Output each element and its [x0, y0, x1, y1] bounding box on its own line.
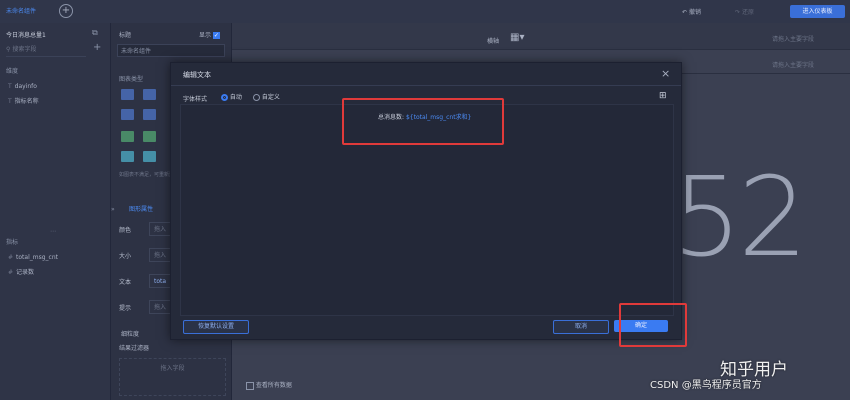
measure-item-record-count[interactable]: # 记录数: [8, 267, 34, 276]
column-chart-icon[interactable]: [143, 109, 156, 120]
number-type-icon: #: [8, 269, 14, 276]
bar-chart-icon[interactable]: [121, 109, 134, 120]
collapse-handle[interactable]: »: [111, 206, 115, 213]
title-label: 标题: [119, 32, 132, 39]
title-input[interactable]: 未命名组件: [117, 44, 225, 57]
panel-splitter[interactable]: ⋯: [50, 228, 56, 235]
add-field-icon[interactable]: +: [93, 42, 101, 53]
fields-panel: 今日消息总量1 ⧉ ⚲ 搜索字段 + 维度 Tdayinfo T 指标名称 ⋯ 指…: [0, 23, 111, 400]
attr-text-label: 文本: [119, 279, 132, 286]
filter-drop-zone[interactable]: 拖入字段: [119, 358, 226, 396]
close-icon[interactable]: ×: [661, 67, 670, 80]
scatter-chart-icon[interactable]: [121, 151, 134, 162]
table-chart-icon[interactable]: [121, 89, 134, 100]
style-section-title[interactable]: 图形属性: [129, 204, 153, 213]
radio-selected-icon[interactable]: [221, 94, 228, 101]
attr-color-label: 颜色: [119, 227, 132, 234]
font-style-label: 字体样式: [183, 96, 208, 103]
row-shelf-drop[interactable]: 请拖入主要字段: [772, 34, 814, 43]
restore-default-button[interactable]: 恢复默认设置: [183, 320, 249, 334]
checkbox-icon[interactable]: [246, 381, 254, 390]
grouped-bar-icon[interactable]: [143, 131, 156, 142]
plus-circle-icon[interactable]: +: [59, 4, 73, 18]
top-bar: 未命名组件 + ↶ 撤销 ↷ 还原 进入仪表板: [0, 0, 850, 24]
redo-button[interactable]: ↷ 还原: [735, 7, 754, 16]
big-number-value: 52: [672, 153, 808, 281]
measure-header: 指标: [6, 239, 19, 246]
measure-item-total-msg-cnt[interactable]: # total_msg_cnt: [8, 254, 58, 261]
cancel-button[interactable]: 取消: [553, 320, 609, 334]
csdn-watermark: CSDN @黑鸟程序员官方: [650, 380, 762, 391]
show-title-toggle[interactable]: 显示 ✓: [199, 30, 220, 39]
dataset-name: 今日消息总量1: [6, 32, 46, 39]
text-type-icon: T: [8, 98, 12, 105]
enter-dashboard-button[interactable]: 进入仪表板: [790, 5, 845, 18]
redo-icon: ↷: [735, 9, 742, 16]
dimension-item-dayinfo[interactable]: Tdayinfo: [8, 83, 37, 90]
radio-auto[interactable]: 自动: [221, 92, 242, 101]
checkbox-checked-icon[interactable]: ✓: [212, 32, 220, 39]
number-type-icon: #: [8, 254, 14, 261]
dimension-item-metric-name[interactable]: T 指标名称: [8, 96, 39, 105]
undo-button[interactable]: ↶ 撤销: [682, 7, 701, 16]
radio-unselected-icon[interactable]: [253, 94, 260, 101]
attr-size-label: 大小: [119, 253, 132, 260]
insert-field-icon[interactable]: ⊞: [659, 91, 667, 101]
column-shelf-drop[interactable]: 请拖入主要字段: [772, 60, 814, 69]
stacked-bar-icon[interactable]: [121, 131, 134, 142]
attr-tooltip-label: 提示: [119, 305, 132, 312]
radio-custom[interactable]: 自定义: [253, 92, 280, 101]
shelf-row-1: [232, 23, 850, 50]
granularity-label[interactable]: 细粒度: [121, 329, 139, 338]
show-all-data-checkbox[interactable]: 查看所有数据: [246, 380, 292, 390]
crosstab-chart-icon[interactable]: [143, 89, 156, 100]
undo-icon: ↶: [682, 9, 689, 16]
dialog-header: 编辑文本 ×: [171, 63, 681, 86]
dimension-header: 维度: [6, 68, 19, 75]
copy-icon[interactable]: ⧉: [92, 28, 98, 38]
line-chart-icon[interactable]: [143, 151, 156, 162]
highlight-box-text: [342, 98, 504, 145]
highlight-box-confirm: [619, 303, 687, 347]
component-tab[interactable]: 未命名组件: [6, 6, 36, 15]
text-type-icon: T: [8, 83, 12, 90]
chart-type-label: 图表类型: [119, 76, 144, 83]
field-search-input[interactable]: ⚲ 搜索字段: [6, 44, 86, 57]
result-filter-label: 结果过滤器: [119, 345, 150, 352]
dialog-title: 编辑文本: [183, 71, 211, 79]
edit-text-dialog: 编辑文本 × 字体样式 自动 自定义 ⊞ 总消息数: ${total_msg_c…: [170, 62, 687, 347]
axis-label: 横轴: [487, 38, 500, 45]
chart-switch-icon[interactable]: ▦▾: [510, 32, 524, 43]
